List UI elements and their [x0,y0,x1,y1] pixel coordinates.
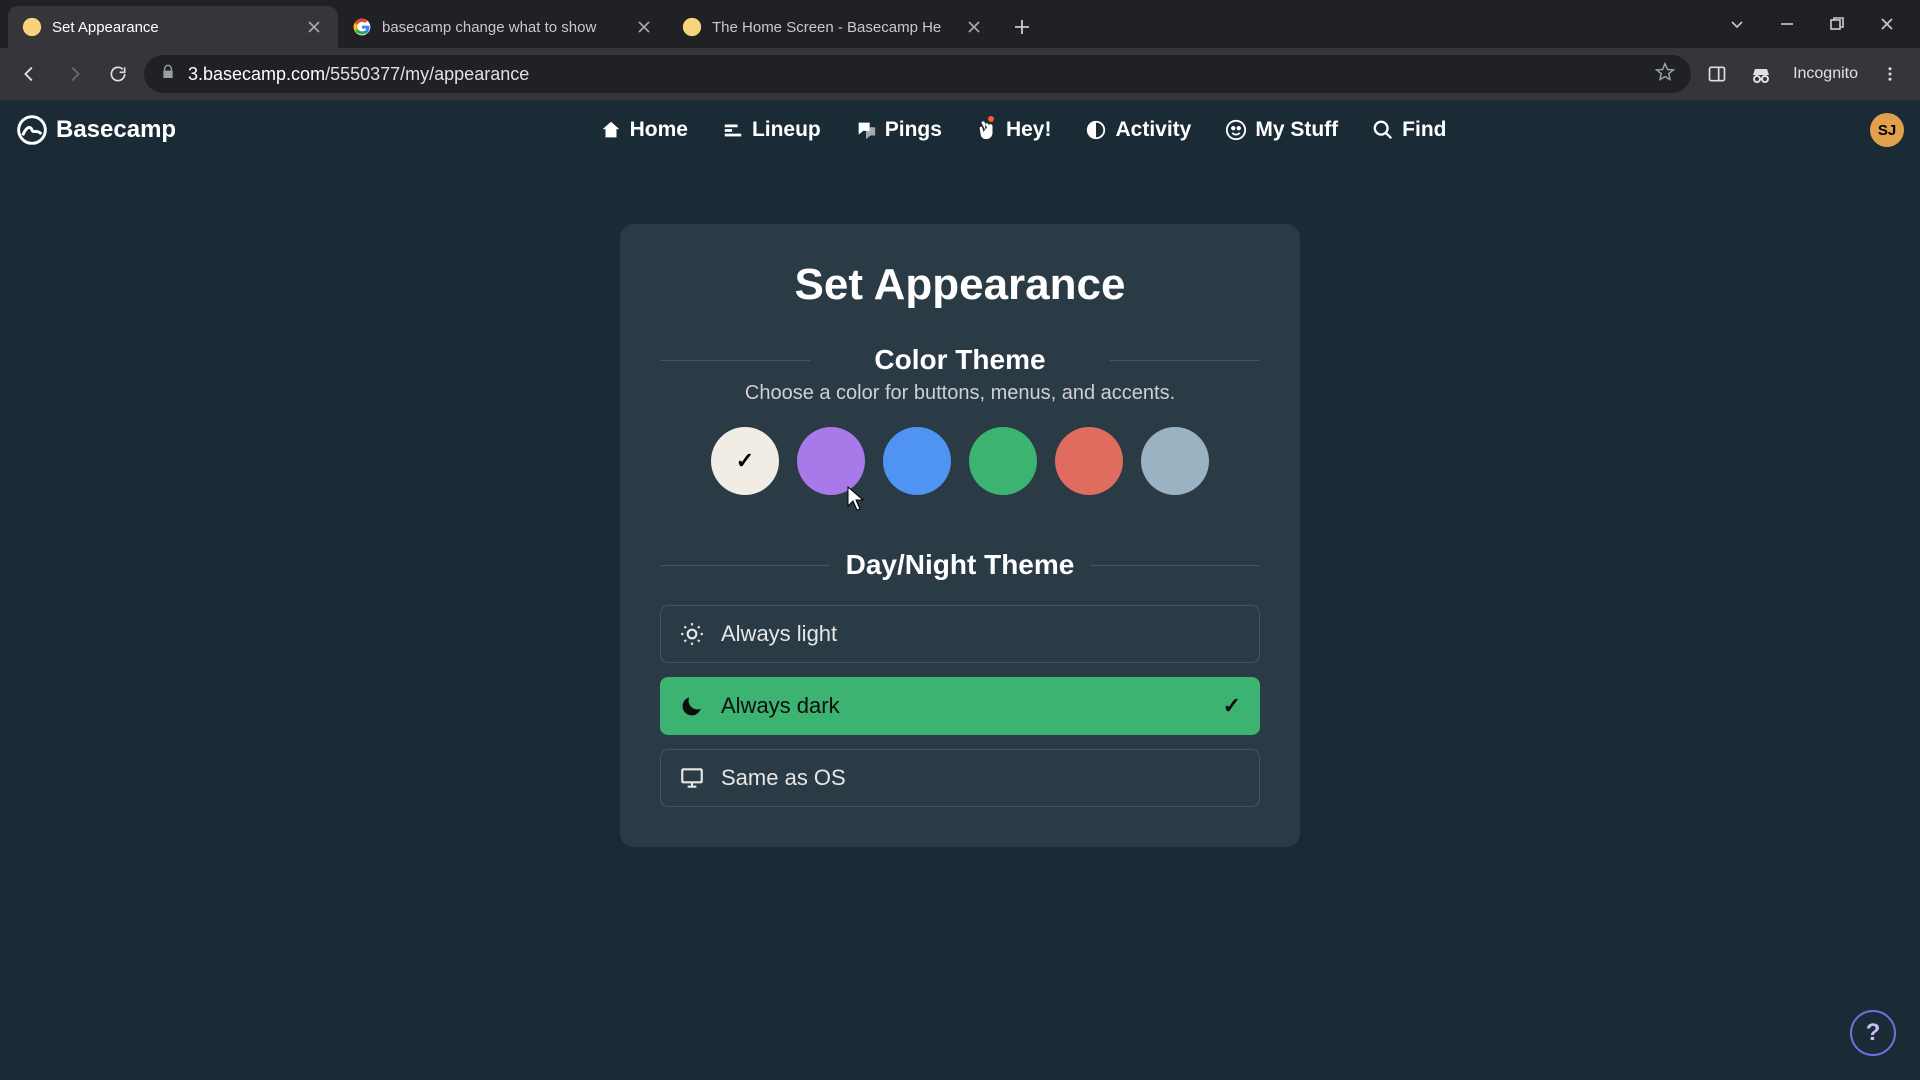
incognito-icon [1743,56,1779,92]
tab-set-appearance[interactable]: Set Appearance [8,6,338,48]
window-close-icon[interactable] [1876,13,1898,35]
google-favicon [352,17,372,37]
notification-dot-icon [986,114,996,124]
option-always-light[interactable]: Always light [660,605,1260,663]
basecamp-favicon [682,17,702,37]
my-stuff-icon [1225,119,1247,141]
day-night-heading: Day/Night Theme [660,549,1260,581]
close-icon[interactable] [634,17,654,37]
basecamp-header: Basecamp Home Lineup Pings Hey! [0,100,1920,160]
tab-home-screen-help[interactable]: The Home Screen - Basecamp He [668,6,998,48]
nav-label: Lineup [752,118,821,142]
option-label: Same as OS [721,765,846,791]
color-swatch-green[interactable] [969,427,1037,495]
browser-tab-strip: Set Appearance basecamp change what to s… [0,0,1920,48]
tab-title: The Home Screen - Basecamp He [712,19,954,36]
activity-icon [1085,119,1107,141]
nav-hey[interactable]: Hey! [976,118,1052,142]
nav-activity[interactable]: Activity [1085,118,1191,142]
check-icon: ✓ [1223,693,1241,719]
nav-label: Home [630,118,688,142]
moon-icon [679,693,705,719]
option-same-as-os[interactable]: Same as OS [660,749,1260,807]
nav-lineup[interactable]: Lineup [722,118,821,142]
color-swatch-default[interactable] [711,427,779,495]
nav-home[interactable]: Home [600,118,688,142]
browser-toolbar: 3.basecamp.com/5550377/my/appearance Inc… [0,48,1920,100]
avatar[interactable]: SJ [1870,113,1904,147]
tab-google-search[interactable]: basecamp change what to show [338,6,668,48]
color-theme-heading: Color Theme [660,344,1260,376]
content-area: Set Appearance Color Theme Choose a colo… [0,160,1920,847]
monitor-icon [679,765,705,791]
search-icon [1372,119,1394,141]
lock-icon [160,64,176,85]
color-swatch-blue[interactable] [883,427,951,495]
window-minimize-icon[interactable] [1776,13,1798,35]
nav-label: Find [1402,118,1446,142]
nav-pings[interactable]: Pings [855,118,942,142]
incognito-label: Incognito [1787,65,1864,83]
url-text: 3.basecamp.com/5550377/my/appearance [188,64,529,85]
option-label: Always light [721,621,837,647]
pings-icon [855,119,877,141]
page-title: Set Appearance [660,260,1260,310]
nav-label: Hey! [1006,118,1052,142]
color-theme-description: Choose a color for buttons, menus, and a… [660,382,1260,405]
nav-my-stuff[interactable]: My Stuff [1225,118,1338,142]
tabs: Set Appearance basecamp change what to s… [0,0,1726,48]
avatar-initials: SJ [1878,122,1896,139]
nav-label: Pings [885,118,942,142]
close-icon[interactable] [304,17,324,37]
window-maximize-icon[interactable] [1826,13,1848,35]
option-label: Always dark [721,693,840,719]
bookmark-icon[interactable] [1655,62,1675,87]
color-swatch-red[interactable] [1055,427,1123,495]
brand-name: Basecamp [56,116,176,144]
appearance-panel: Set Appearance Color Theme Choose a colo… [620,224,1300,847]
nav-find[interactable]: Find [1372,118,1446,142]
home-icon [600,119,622,141]
close-icon[interactable] [964,17,984,37]
forward-button[interactable] [56,56,92,92]
option-always-dark[interactable]: Always dark ✓ [660,677,1260,735]
address-bar[interactable]: 3.basecamp.com/5550377/my/appearance [144,55,1691,93]
side-panel-icon[interactable] [1699,56,1735,92]
new-tab-button[interactable] [1004,9,1040,45]
chevron-down-icon[interactable] [1726,13,1748,35]
lineup-icon [722,119,744,141]
reload-button[interactable] [100,56,136,92]
back-button[interactable] [12,56,48,92]
basecamp-favicon [22,17,42,37]
sun-icon [679,621,705,647]
main-nav: Home Lineup Pings Hey! Activity [176,118,1870,142]
tab-title: basecamp change what to show [382,19,624,36]
window-controls [1726,0,1920,48]
color-swatch-slate[interactable] [1141,427,1209,495]
basecamp-logo[interactable]: Basecamp [16,114,176,146]
help-label: ? [1866,1019,1881,1047]
nav-label: Activity [1115,118,1191,142]
help-button[interactable]: ? [1850,1010,1896,1056]
day-night-options: Always light Always dark ✓ Same as OS [660,605,1260,807]
tab-title: Set Appearance [52,19,294,36]
color-swatch-purple[interactable] [797,427,865,495]
kebab-menu-icon[interactable] [1872,56,1908,92]
color-swatches [660,427,1260,495]
nav-label: My Stuff [1255,118,1338,142]
